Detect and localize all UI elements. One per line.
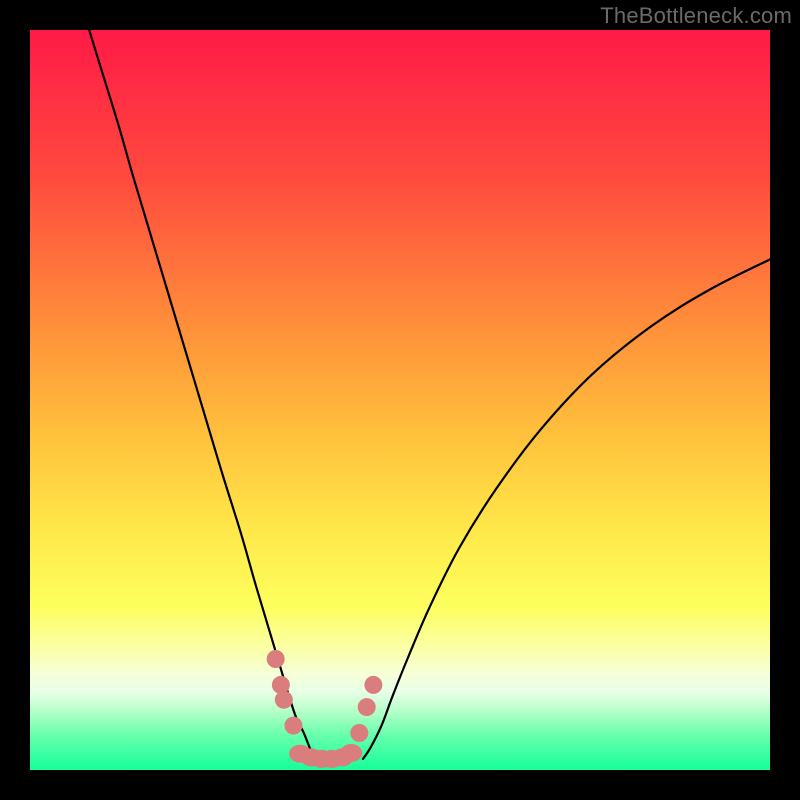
marker-left-dots xyxy=(275,691,293,709)
marker-left-dots xyxy=(267,650,285,668)
marker-right-dots xyxy=(358,698,376,716)
chart-canvas xyxy=(30,30,770,770)
plot-area xyxy=(30,30,770,770)
watermark-label: TheBottleneck.com xyxy=(600,3,792,29)
marker-right-dots xyxy=(350,724,368,742)
marker-left-dots xyxy=(272,676,290,694)
chart-frame: TheBottleneck.com xyxy=(0,0,800,800)
marker-left-dots xyxy=(284,717,302,735)
chart-background xyxy=(30,30,770,770)
marker-bridge xyxy=(340,744,362,762)
marker-right-dots xyxy=(364,676,382,694)
